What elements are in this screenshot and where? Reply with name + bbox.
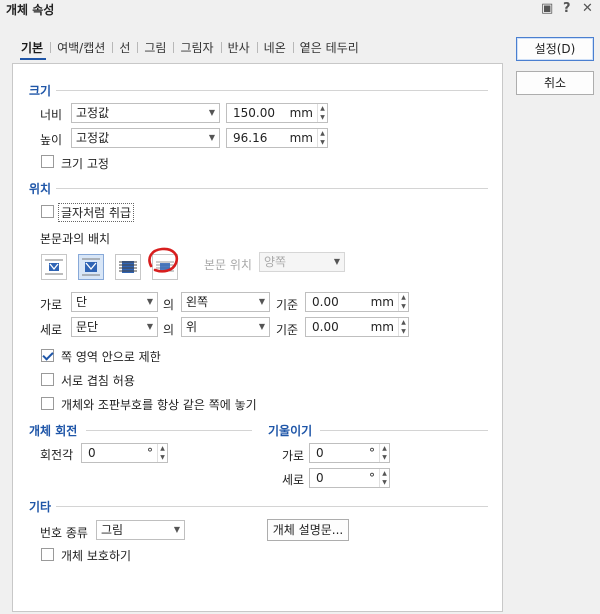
chevron-down-icon: ▼ [173,525,180,534]
tab-basic[interactable]: 기본 [14,39,50,56]
size-fix-label: 크기 고정 [61,157,109,171]
ok-button[interactable]: 설정(D) [516,37,594,61]
chevron-down-icon: ▼ [146,322,153,331]
help-icon[interactable]: ? [563,1,571,16]
etc-section-title: 기타 [29,500,52,514]
vertical-label: 세로 [40,323,63,337]
skew-vertical-input[interactable]: 0 ° ▲ ▼ [309,468,390,488]
active-tab-indicator [20,58,46,60]
skew-horizontal-label: 가로 [282,449,305,463]
wrap-top-bottom-icon [82,258,100,276]
size-section-title: 크기 [29,84,52,98]
chevron-down-icon: ▼ [333,257,340,266]
same-page-label: 개체와 조판부호를 항상 같은 쪽에 놓기 [61,398,257,412]
height-input[interactable]: 96.16 mm ▲ ▼ [226,128,328,148]
comment-icon[interactable]: ▣ [541,1,553,16]
spin-updown-icon[interactable]: ▲ ▼ [398,318,408,336]
size-section-line [56,90,488,91]
annotation-circle-icon [148,247,179,273]
height-label: 높이 [40,133,63,147]
allow-overlap-label: 서로 겹침 허용 [61,374,135,388]
vertical-align-select[interactable]: 위 ▼ [181,317,270,337]
size-fix-checkbox[interactable] [41,155,54,168]
width-mode-select[interactable]: 고정값 ▼ [71,103,220,123]
vertical-offset-input[interactable]: 0.00 mm ▲ ▼ [305,317,409,337]
skew-horizontal-input[interactable]: 0 ° ▲ ▼ [309,443,390,463]
wrap-behind-text-icon [119,261,137,273]
protect-object-label: 개체 보호하기 [61,549,132,563]
tab-margin-caption[interactable]: 여백/캡션 [50,39,112,56]
tab-soft-edge[interactable]: 옅은 테두리 [292,39,366,56]
rotate-section-line [86,430,252,431]
chevron-down-icon: ▼ [258,322,265,331]
tab-bar: 기본 여백/캡션 선 그림 그림자 반사 네온 옅은 테두리 [14,38,366,56]
limit-to-page-label: 쪽 영역 안으로 제한 [61,350,161,364]
etc-section-line [56,506,488,507]
spin-updown-icon[interactable]: ▲ ▼ [379,469,389,487]
height-mode-select[interactable]: 고정값 ▼ [71,128,220,148]
tab-neon[interactable]: 네온 [256,39,293,56]
position-section-title: 위치 [29,182,52,196]
horizontal-of-label: 의 [163,298,175,312]
treat-as-char-label: 글자처럼 취급 [58,203,135,222]
spin-updown-icon[interactable]: ▲ ▼ [317,104,327,122]
tab-line[interactable]: 선 [112,39,137,56]
horizontal-align-select[interactable]: 왼쪽 ▼ [181,292,270,312]
wrap-top-bottom-button[interactable] [78,254,104,280]
number-type-select[interactable]: 그림 ▼ [96,520,185,540]
wrap-label: 본문과의 배치 [40,232,111,246]
spin-updown-icon[interactable]: ▲ ▼ [379,444,389,462]
vertical-base-select[interactable]: 문단 ▼ [71,317,158,337]
tab-picture[interactable]: 그림 [137,39,173,56]
rotate-section-title: 개체 회전 [29,424,78,438]
wrap-square-icon [45,259,63,275]
rotate-angle-input[interactable]: 0 ° ▲ ▼ [81,443,168,463]
tab-shadow[interactable]: 그림자 [173,39,220,56]
width-label: 너비 [40,108,63,122]
chevron-down-icon: ▼ [208,108,215,117]
window-title: 개체 속성 [6,3,55,17]
horizontal-offset-input[interactable]: 0.00 mm ▲ ▼ [305,292,409,312]
tab-reflection[interactable]: 반사 [220,39,257,56]
allow-overlap-checkbox[interactable] [41,373,54,386]
object-description-button[interactable]: 개체 설명문... [267,519,349,541]
chevron-down-icon: ▼ [146,297,153,306]
protect-object-checkbox[interactable] [41,548,54,561]
chevron-down-icon: ▼ [208,133,215,142]
wrap-square-button[interactable] [41,254,67,280]
position-section-line [56,188,488,189]
spin-updown-icon[interactable]: ▲ ▼ [157,444,167,462]
skew-section-title: 기울이기 [268,424,313,438]
text-position-label: 본문 위치 [204,258,252,272]
vertical-ref-label: 기준 [276,323,299,337]
title-bar [0,0,600,20]
skew-section-line [320,430,488,431]
close-icon[interactable]: ✕ [582,1,593,16]
spin-updown-icon[interactable]: ▲ ▼ [398,293,408,311]
limit-to-page-checkbox[interactable] [41,349,54,362]
text-position-select[interactable]: 양쪽 ▼ [259,252,345,272]
number-type-label: 번호 종류 [40,526,88,540]
rotate-angle-label: 회전각 [40,448,74,462]
horizontal-base-select[interactable]: 단 ▼ [71,292,158,312]
wrap-behind-text-button[interactable] [115,254,141,280]
chevron-down-icon: ▼ [258,297,265,306]
same-page-checkbox[interactable] [41,397,54,410]
skew-vertical-label: 세로 [282,473,305,487]
treat-as-char-checkbox[interactable] [41,205,54,218]
spin-updown-icon[interactable]: ▲ ▼ [317,129,327,147]
width-input[interactable]: 150.00 mm ▲ ▼ [226,103,328,123]
horizontal-ref-label: 기준 [276,298,299,312]
vertical-of-label: 의 [163,323,175,337]
horizontal-label: 가로 [40,298,63,312]
cancel-button[interactable]: 취소 [516,71,594,95]
